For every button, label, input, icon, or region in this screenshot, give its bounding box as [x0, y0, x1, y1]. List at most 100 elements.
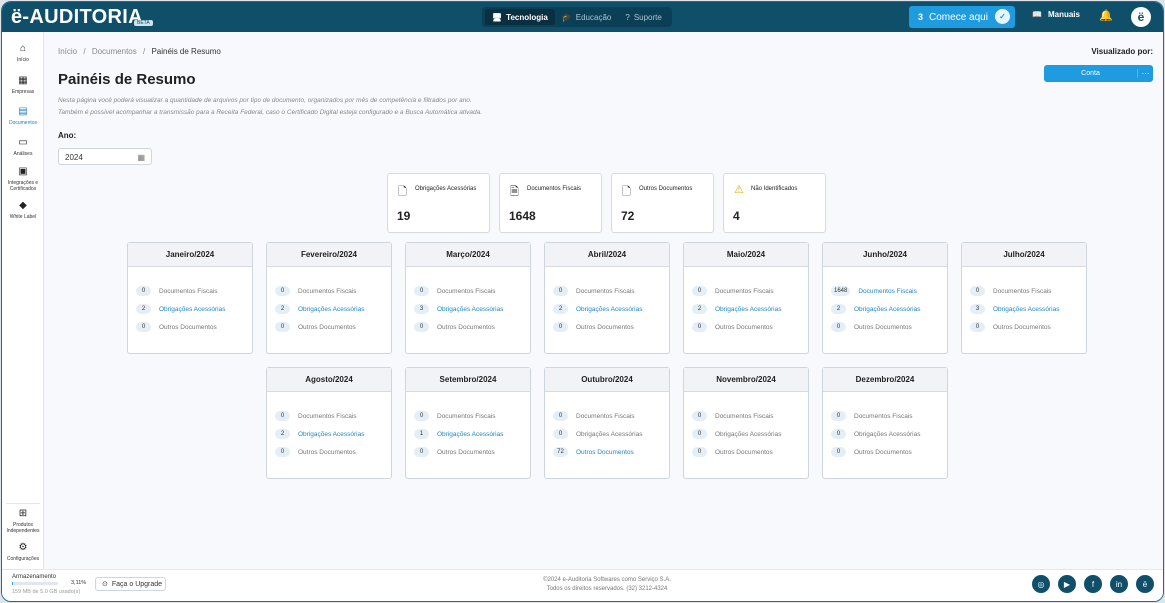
month-row-acessorias[interactable]: 3 Obrigações Acessórias	[414, 304, 503, 314]
app-logo[interactable]: ë-AUDITORIA	[11, 6, 143, 29]
viewby-select[interactable]: Conta ···	[1044, 65, 1153, 82]
stat-card-acessorias[interactable]: 🗋 Obrigações Acessórias 19	[387, 173, 490, 233]
beta-badge: BETA	[134, 20, 153, 26]
avatar[interactable]: ë	[1131, 7, 1151, 27]
sidebar-item-label: Configurações	[6, 556, 40, 562]
integration-icon: ▣	[18, 166, 28, 177]
sidebar-item-label: White Label	[9, 214, 37, 220]
sidebar-item-integracoes[interactable]: ▣ Integrações e Certificados	[2, 166, 44, 192]
sidebar-item-documentos[interactable]: ▤ Documentos	[2, 106, 44, 126]
stat-card-outros[interactable]: 🗋 Outros Documentos 72	[611, 173, 714, 233]
month-row-acessorias[interactable]: 2 Obrigações Acessórias	[275, 304, 364, 314]
manuals-button[interactable]: 📖 Manuais	[1032, 10, 1080, 19]
month-row-outros: 0 Outros Documentos	[831, 322, 912, 332]
row-label[interactable]: Documentos Fiscais	[858, 288, 917, 295]
row-label: Outros Documentos	[715, 448, 773, 456]
month-row-fiscais: 0 Documentos Fiscais	[692, 286, 774, 296]
more-icon[interactable]: ···	[1137, 69, 1153, 78]
stat-value: 1648	[509, 209, 536, 223]
facebook-icon[interactable]: f	[1084, 575, 1102, 593]
breadcrumb-section[interactable]: Documentos	[92, 47, 137, 56]
count-badge: 0	[692, 447, 707, 457]
stat-label: Não Identificados	[751, 186, 798, 192]
storage-used: 159 MB de 5.0 GB usado(s)	[12, 589, 81, 595]
month-card: Abril/2024 0 Documentos Fiscais 2 Obrigações…	[544, 242, 670, 354]
count-badge: 0	[553, 286, 568, 296]
month-title: Julho/2024	[962, 243, 1086, 267]
row-label[interactable]: Obrigações Acessórias	[437, 431, 503, 438]
count-badge: 1	[414, 429, 429, 439]
start-here-count: 3	[918, 12, 924, 22]
row-label[interactable]: Obrigações Acessórias	[854, 306, 920, 313]
month-row-acessorias[interactable]: 2 Obrigações Acessórias	[692, 304, 781, 314]
sidebar-item-label: Análises	[13, 151, 33, 157]
row-label: Outros Documentos	[993, 323, 1051, 331]
sidebar-item-analises[interactable]: ▭ Análises	[2, 137, 44, 157]
month-row-acessorias[interactable]: 2 Obrigações Acessórias	[136, 304, 225, 314]
instagram-icon[interactable]: ◎	[1032, 575, 1050, 593]
stat-value: 19	[397, 209, 411, 223]
row-label[interactable]: Obrigações Acessórias	[298, 306, 364, 313]
count-badge: 0	[275, 322, 290, 332]
month-row-acessorias[interactable]: 2 Obrigações Acessórias	[831, 304, 920, 314]
stat-value: 4	[733, 209, 740, 223]
month-row-acessorias[interactable]: 2 Obrigações Acessórias	[553, 304, 642, 314]
month-row-fiscais[interactable]: 1648 Documentos Fiscais	[831, 286, 917, 296]
count-badge: 0	[553, 411, 568, 421]
month-row-acessorias[interactable]: 3 Obrigações Acessórias	[970, 304, 1059, 314]
year-picker[interactable]: 2024 ▦	[58, 148, 152, 165]
tab-educacao[interactable]: 🎓 Educação	[555, 9, 619, 25]
sidebar-item-produtos[interactable]: ⊞ Produtos Independentes	[2, 508, 44, 534]
bell-icon[interactable]: 🔔	[1099, 9, 1113, 22]
file-icon: 🗋	[622, 186, 631, 198]
stat-card-nao-identificados[interactable]: ⚠ Não Identificados 4	[723, 173, 826, 233]
book-icon: 📖	[1032, 10, 1042, 19]
row-label[interactable]: Obrigações Acessórias	[298, 431, 364, 438]
sidebar-item-white-label[interactable]: ◆ White Label	[2, 200, 44, 220]
month-row-fiscais: 0 Documentos Fiscais	[414, 411, 496, 421]
row-label[interactable]: Obrigações Acessórias	[576, 306, 642, 313]
row-label: Documentos Fiscais	[437, 412, 496, 420]
month-title: Abril/2024	[545, 243, 669, 267]
count-badge: 0	[831, 322, 846, 332]
sidebar-item-empresas[interactable]: ▦ Empresas	[2, 75, 44, 95]
sidebar-item-configuracoes[interactable]: ⚙ Configurações	[2, 542, 44, 562]
month-card: Dezembro/2024 0 Documentos Fiscais 0 Obrigaç…	[822, 367, 948, 479]
month-row-outros: 0 Outros Documentos	[275, 447, 356, 457]
row-label[interactable]: Obrigações Acessórias	[437, 306, 503, 313]
sidebar-item-inicio[interactable]: ⌂ Início	[2, 43, 44, 63]
month-title: Novembro/2024	[684, 368, 808, 392]
month-row-acessorias[interactable]: 2 Obrigações Acessórias	[275, 429, 364, 439]
youtube-icon[interactable]: ▶	[1058, 575, 1076, 593]
e-auditoria-icon[interactable]: ë	[1136, 575, 1154, 593]
home-icon: ⌂	[19, 43, 27, 54]
breadcrumb-home[interactable]: Início	[58, 47, 77, 56]
tab-tecnologia[interactable]: 🖥 Tecnologia	[485, 9, 555, 25]
tab-suporte[interactable]: ? Suporte	[618, 9, 668, 25]
count-badge: 0	[414, 322, 429, 332]
count-badge: 0	[692, 322, 707, 332]
count-badge: 2	[831, 304, 846, 314]
stat-card-fiscais[interactable]: 🗎 Documentos Fiscais 1648	[499, 173, 602, 233]
month-row-outros: 0 Outros Documentos	[692, 447, 773, 457]
row-label[interactable]: Obrigações Acessórias	[993, 306, 1059, 313]
month-row-outros: 0 Outros Documentos	[414, 447, 495, 457]
count-badge: 2	[692, 304, 707, 314]
sidebar: ⌂ Início ▦ Empresas ▤ Documentos ▭ Análi…	[2, 32, 44, 569]
calendar-icon: ▦	[137, 153, 145, 162]
count-badge: 3	[414, 304, 429, 314]
linkedin-icon[interactable]: in	[1110, 575, 1128, 593]
month-row-outros[interactable]: 72 Outros Documentos	[553, 447, 634, 457]
month-row-acessorias[interactable]: 1 Obrigações Acessórias	[414, 429, 503, 439]
row-label: Outros Documentos	[715, 323, 773, 331]
row-label: Outros Documentos	[854, 323, 912, 331]
footer: Armazenamento 3,11% 159 MB de 5.0 GB usa…	[2, 569, 1163, 601]
count-badge: 0	[275, 447, 290, 457]
sidebar-item-label: Empresas	[11, 89, 35, 95]
row-label[interactable]: Outros Documentos	[576, 449, 634, 456]
upgrade-button[interactable]: ⊙ Faça o Upgrade	[95, 577, 166, 591]
start-here-button[interactable]: 3 Comece aqui ✓	[909, 6, 1015, 28]
month-row-outros: 0 Outros Documentos	[414, 322, 495, 332]
row-label[interactable]: Obrigações Acessórias	[159, 306, 225, 313]
row-label[interactable]: Obrigações Acessórias	[715, 306, 781, 313]
